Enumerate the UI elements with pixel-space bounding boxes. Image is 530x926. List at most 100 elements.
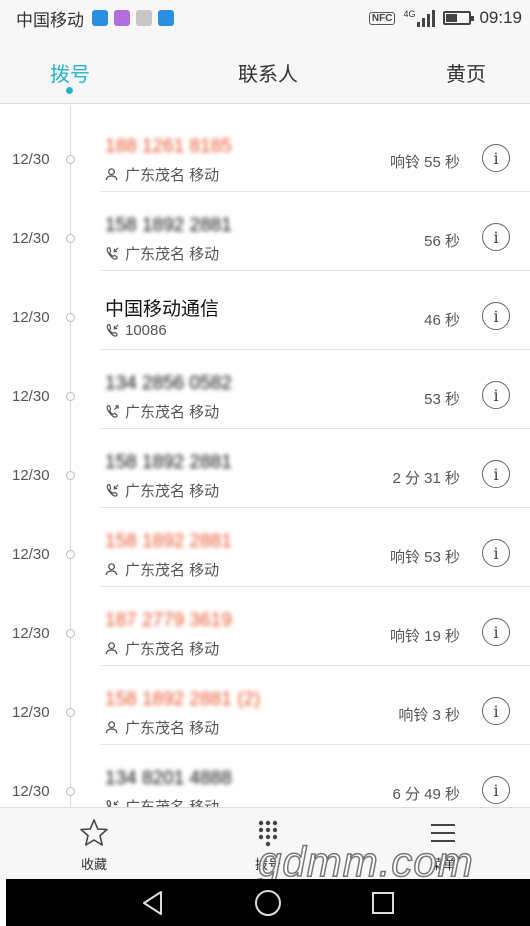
call-log-row[interactable]: 12/30 134 2856 0582 广东茂名 移动 53 秒 i <box>0 350 530 429</box>
tab-yellow-pages[interactable]: 黄页 <box>446 58 486 87</box>
call-duration: 响铃 3 秒 <box>398 707 460 724</box>
active-tab-indicator <box>66 87 73 94</box>
favorites-label: 收藏 <box>80 857 107 872</box>
info-icon[interactable]: i <box>482 697 510 725</box>
home-icon[interactable] <box>253 888 283 918</box>
call-detail: 广东茂名 移动 <box>105 559 219 580</box>
caller-name: 158 1892 2881 <box>105 215 232 236</box>
bottom-toolbar: 收藏 拨号 菜单 <box>0 807 530 879</box>
menu-icon <box>431 824 455 842</box>
tab-dial[interactable]: 拨号 <box>50 58 90 87</box>
missed-person-icon <box>105 167 120 182</box>
info-icon[interactable]: i <box>482 381 510 409</box>
info-icon[interactable]: i <box>482 144 510 172</box>
call-detail: 广东茂名 移动 <box>105 638 219 659</box>
call-log-row[interactable]: 12/30 158 1892 2881 广东茂名 移动 2 分 31 秒 i <box>0 429 530 508</box>
timeline-node <box>66 234 75 243</box>
call-location: 广东茂名 移动 <box>125 404 220 421</box>
network-type: 4G <box>403 9 416 19</box>
chat-icon <box>158 10 174 26</box>
timeline-node <box>66 550 75 559</box>
caller-name: 158 1892 2881 (2) <box>105 689 261 710</box>
call-date: 12/30 <box>12 546 50 563</box>
timeline-node <box>66 155 75 164</box>
caller-name: 158 1892 2881 <box>105 452 232 473</box>
missed-person-icon <box>105 641 120 656</box>
info-icon[interactable]: i <box>482 460 510 488</box>
call-location: 广东茂名 移动 <box>125 483 220 500</box>
message-icon <box>92 10 108 26</box>
call-log-list[interactable]: 12/30 188 1261 8185 广东茂名 移动 响铃 55 秒 i 12/30 15… <box>0 105 530 807</box>
tab-bar: 拨号 联系人 黄页 <box>0 36 530 104</box>
call-duration: 6 分 49 秒 <box>392 786 460 803</box>
call-detail: 广东茂名 移动 <box>105 480 219 501</box>
call-log-row[interactable]: 12/30 134 8201 4888 广东茂名 移动 6 分 49 秒 i <box>0 745 530 807</box>
call-location: 广东茂名 移动 <box>125 167 220 184</box>
call-log-row[interactable]: 12/30 158 1892 2881 广东茂名 移动 56 秒 i <box>0 192 530 271</box>
call-log-row[interactable]: 12/30 中国移动通信 10086 46 秒 i <box>0 271 530 350</box>
info-icon[interactable]: i <box>482 302 510 330</box>
info-icon[interactable]: i <box>482 539 510 567</box>
gallery-icon <box>114 10 130 26</box>
carrier-name: 中国移动 <box>16 10 84 30</box>
timeline-node <box>66 471 75 480</box>
system-nav-bar <box>6 879 530 926</box>
caller-name: 188 1261 8185 <box>105 136 232 157</box>
caller-name: 134 8201 4888 <box>105 768 232 789</box>
tab-contacts[interactable]: 联系人 <box>238 58 298 87</box>
call-detail: 广东茂名 移动 <box>105 796 219 807</box>
caller-name: 187 2779 3619 <box>105 610 232 631</box>
outgoing-call-icon <box>105 404 120 419</box>
info-icon[interactable]: i <box>482 618 510 646</box>
menu-label: 菜单 <box>429 857 456 872</box>
call-log-row[interactable]: 12/30 158 1892 2881 广东茂名 移动 响铃 53 秒 i <box>0 508 530 587</box>
call-detail: 广东茂名 移动 <box>105 717 219 738</box>
call-log-row[interactable]: 12/30 158 1892 2881 (2) 广东茂名 移动 响铃 3 秒 i <box>0 666 530 745</box>
notification-icons <box>92 10 174 26</box>
dialpad-button[interactable]: 拨号 <box>228 818 308 873</box>
call-duration: 56 秒 <box>424 233 460 250</box>
call-location: 广东茂名 移动 <box>125 641 220 658</box>
dialpad-icon <box>258 820 278 847</box>
call-date: 12/30 <box>12 467 50 484</box>
call-log-row[interactable]: 12/30 188 1261 8185 广东茂名 移动 响铃 55 秒 i <box>0 113 530 192</box>
recents-icon[interactable] <box>369 889 397 917</box>
caller-name: 134 2856 0582 <box>105 373 232 394</box>
timeline-node <box>66 708 75 717</box>
call-location: 广东茂名 移动 <box>125 796 219 807</box>
call-log-row[interactable]: 12/30 187 2779 3619 广东茂名 移动 响铃 19 秒 i <box>0 587 530 666</box>
info-icon[interactable]: i <box>482 776 510 804</box>
dialpad-label: 拨号 <box>254 857 281 872</box>
status-bar: 中国移动 NFC 4G 09:19 <box>0 0 530 36</box>
call-date: 12/30 <box>12 230 50 247</box>
incoming-call-icon <box>105 323 120 338</box>
back-icon[interactable] <box>139 889 167 917</box>
call-location: 10086 <box>125 322 167 339</box>
incoming-call-icon <box>105 483 120 498</box>
timeline-node <box>66 392 75 401</box>
timeline-node <box>66 629 75 638</box>
call-date: 12/30 <box>12 625 50 642</box>
call-detail: 广东茂名 移动 <box>105 401 219 422</box>
incoming-call-icon <box>105 246 120 261</box>
star-icon <box>80 819 108 846</box>
mail-icon <box>136 10 152 26</box>
call-date: 12/30 <box>12 151 50 168</box>
info-icon[interactable]: i <box>482 223 510 251</box>
missed-person-icon <box>105 562 120 577</box>
call-date: 12/30 <box>12 309 50 326</box>
call-duration: 响铃 53 秒 <box>389 549 460 566</box>
favorites-button[interactable]: 收藏 <box>54 818 134 873</box>
call-detail: 10086 <box>105 322 167 339</box>
call-date: 12/30 <box>12 388 50 405</box>
timeline-node <box>66 787 75 796</box>
battery-icon <box>443 11 475 25</box>
signal-icon: 4G <box>403 9 436 27</box>
timeline-node <box>66 313 75 322</box>
clock: 09:19 <box>479 8 522 27</box>
call-date: 12/30 <box>12 783 50 800</box>
call-duration: 响铃 55 秒 <box>389 154 460 171</box>
nfc-icon: NFC <box>368 11 396 25</box>
menu-button[interactable]: 菜单 <box>403 818 483 873</box>
call-date: 12/30 <box>12 704 50 721</box>
